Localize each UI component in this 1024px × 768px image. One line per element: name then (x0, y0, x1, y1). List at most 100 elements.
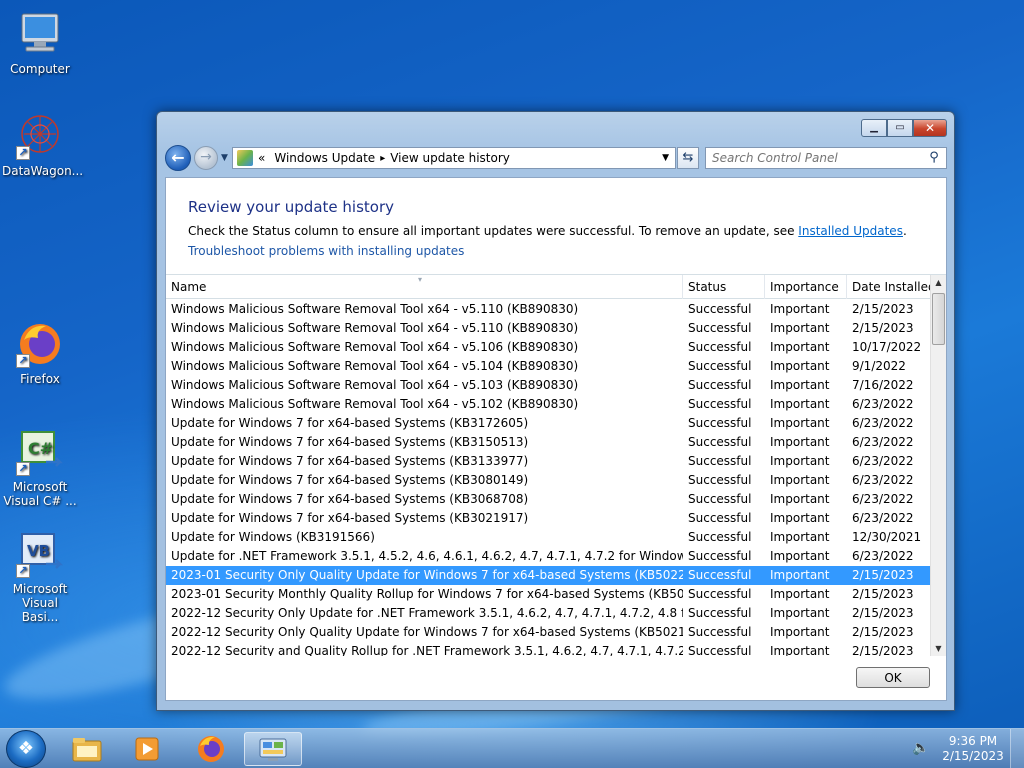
cell-status: Successful (688, 530, 752, 544)
show-desktop-button[interactable] (1010, 729, 1024, 768)
volume-icon[interactable]: 🔈 (912, 740, 930, 758)
table-row[interactable]: Update for Windows 7 for x64-based Syste… (166, 490, 932, 509)
recent-pages-dropdown[interactable]: ▼ (221, 153, 228, 163)
table-row[interactable]: Windows Malicious Software Removal Tool … (166, 300, 932, 319)
shortcut-arrow-icon: ↗ (16, 146, 30, 160)
desktop-icon-visual-basic[interactable]: VB ↗ Microsoft Visual Basi... (2, 530, 78, 624)
taskbar-firefox-button[interactable] (184, 732, 238, 766)
visual-basic-icon: VB ↗ (16, 530, 64, 578)
cell-status: Successful (688, 435, 752, 449)
breadcrumb-separator-icon[interactable]: ▸ (380, 153, 385, 164)
column-header-date-installed[interactable]: Date Installed (847, 275, 932, 299)
table-row[interactable]: Update for Windows 7 for x64-based Syste… (166, 414, 932, 433)
cell-name: Update for .NET Framework 3.5.1, 4.5.2, … (171, 549, 683, 563)
taskbar-explorer-button[interactable] (60, 732, 114, 766)
breadcrumb-root-chevron[interactable]: « (258, 151, 265, 165)
desktop-icon-visual-csharp[interactable]: C# ↗ Microsoft Visual C# ... (2, 428, 78, 508)
table-row-selected[interactable]: 2023-01 Security Only Quality Update for… (166, 566, 932, 585)
desktop-icon-label: Firefox (20, 372, 60, 386)
scroll-up-arrow-icon[interactable]: ▲ (931, 275, 946, 291)
cell-name: Update for Windows 7 for x64-based Syste… (171, 416, 529, 430)
cell-name: Update for Windows 7 for x64-based Syste… (171, 454, 529, 468)
cell-importance: Important (770, 397, 830, 411)
table-row[interactable]: Update for Windows (KB3191566) Successful… (166, 528, 932, 547)
cell-date: 2/15/2023 (852, 644, 914, 656)
cell-status: Successful (688, 511, 752, 525)
maximize-button[interactable]: ▭ (887, 119, 913, 137)
vertical-scrollbar[interactable]: ▲ ▼ (930, 275, 946, 656)
breadcrumb-view-update-history[interactable]: View update history (390, 151, 510, 165)
table-row[interactable]: 2022-12 Security Only Update for .NET Fr… (166, 604, 932, 623)
cell-status: Successful (688, 587, 752, 601)
column-header-name[interactable]: Name (166, 275, 683, 299)
cell-date: 2/15/2023 (852, 568, 914, 582)
cell-date: 6/23/2022 (852, 511, 914, 525)
cell-status: Successful (688, 625, 752, 639)
table-row[interactable]: Update for Windows 7 for x64-based Syste… (166, 509, 932, 528)
table-row[interactable]: Update for Windows 7 for x64-based Syste… (166, 433, 932, 452)
table-row[interactable]: Windows Malicious Software Removal Tool … (166, 357, 932, 376)
cell-date: 6/23/2022 (852, 473, 914, 487)
cell-importance: Important (770, 511, 830, 525)
table-row[interactable]: Update for Windows 7 for x64-based Syste… (166, 471, 932, 490)
description-text: Check the Status column to ensure all im… (188, 224, 907, 238)
cell-name: Update for Windows 7 for x64-based Syste… (171, 435, 529, 449)
desktop-icon-firefox[interactable]: ↗ Firefox (2, 320, 78, 386)
ok-button[interactable]: OK (856, 667, 930, 688)
table-row[interactable]: 2022-12 Security and Quality Rollup for … (166, 642, 932, 656)
cell-importance: Important (770, 473, 830, 487)
update-history-list[interactable]: Name Status Importance Date Installed ▾ … (166, 274, 946, 656)
cell-date: 7/16/2022 (852, 378, 914, 392)
list-body: Windows Malicious Software Removal Tool … (166, 300, 932, 656)
start-button[interactable]: ❖ (6, 730, 46, 768)
cell-status: Successful (688, 397, 752, 411)
table-row[interactable]: Windows Malicious Software Removal Tool … (166, 338, 932, 357)
computer-icon (16, 10, 64, 58)
cell-name: Update for Windows 7 for x64-based Syste… (171, 492, 529, 506)
troubleshoot-link[interactable]: Troubleshoot problems with installing up… (188, 244, 464, 258)
table-row[interactable]: Update for .NET Framework 3.5.1, 4.5.2, … (166, 547, 932, 566)
table-row[interactable]: Update for Windows 7 for x64-based Syste… (166, 452, 932, 471)
taskbar-media-player-button[interactable] (120, 732, 174, 766)
forward-button[interactable]: → (194, 146, 218, 170)
minimize-button[interactable]: ▁ (861, 119, 887, 137)
desktop-icon-datawagon[interactable]: ↗ DataWagon... (2, 112, 83, 178)
column-header-status[interactable]: Status (683, 275, 765, 299)
cell-status: Successful (688, 359, 752, 373)
refresh-button[interactable]: ⇆ (677, 147, 699, 169)
scroll-thumb[interactable] (932, 293, 945, 345)
back-button[interactable]: ← (165, 145, 191, 171)
cell-date: 12/30/2021 (852, 530, 922, 544)
cell-status: Successful (688, 302, 752, 316)
cell-date: 2/15/2023 (852, 302, 914, 316)
content-pane: Review your update history Check the Sta… (165, 177, 947, 701)
cell-name: 2022-12 Security Only Quality Update for… (171, 625, 683, 639)
table-row[interactable]: 2023-01 Security Monthly Quality Rollup … (166, 585, 932, 604)
taskbar-clock[interactable]: 9:36 PM 2/15/2023 (942, 734, 1004, 764)
cell-date: 6/23/2022 (852, 416, 914, 430)
close-button[interactable]: ✕ (913, 119, 947, 137)
cell-status: Successful (688, 454, 752, 468)
desktop-icon-computer[interactable]: Computer (2, 10, 78, 76)
scroll-down-arrow-icon[interactable]: ▼ (931, 641, 946, 656)
breadcrumb-windows-update[interactable]: Windows Update (274, 151, 375, 165)
table-row[interactable]: Windows Malicious Software Removal Tool … (166, 376, 932, 395)
description-body: Check the Status column to ensure all im… (188, 224, 795, 238)
search-input[interactable] (705, 147, 947, 169)
taskbar-control-panel-button[interactable] (244, 732, 302, 766)
clock-time: 9:36 PM (948, 734, 998, 748)
control-panel-icon (259, 738, 287, 761)
table-row[interactable]: 2022-12 Security Only Quality Update for… (166, 623, 932, 642)
cell-name: Windows Malicious Software Removal Tool … (171, 359, 579, 373)
address-dropdown-icon[interactable]: ▼ (662, 153, 669, 163)
cell-status: Successful (688, 644, 752, 656)
table-row[interactable]: Windows Malicious Software Removal Tool … (166, 395, 932, 414)
column-header-importance[interactable]: Importance (765, 275, 847, 299)
address-bar[interactable]: « Windows Update ▸ View update history ▼ (232, 147, 676, 169)
search-icon[interactable]: ⚲ (925, 150, 943, 166)
cell-importance: Important (770, 625, 830, 639)
cell-date: 2/15/2023 (852, 587, 914, 601)
cell-importance: Important (770, 644, 830, 656)
table-row[interactable]: Windows Malicious Software Removal Tool … (166, 319, 932, 338)
installed-updates-link[interactable]: Installed Updates (798, 224, 903, 238)
